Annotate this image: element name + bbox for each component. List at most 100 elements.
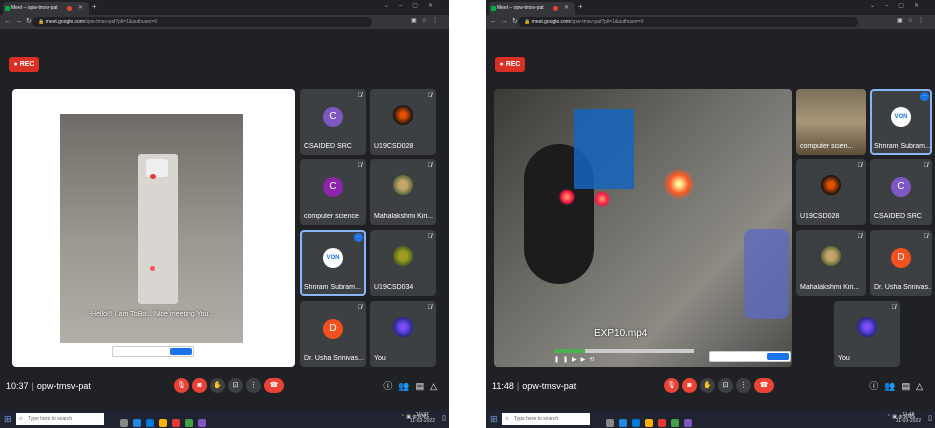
meet-tab[interactable]: Meet – opw-tmsv-pat ✕ <box>489 2 575 15</box>
mic-toggle-button[interactable]: 🎙 <box>664 378 679 393</box>
meeting-info: 11:48 | opw-tmsv-pat <box>492 381 577 391</box>
raise-hand-button[interactable]: ✋ <box>210 378 225 393</box>
avatar <box>393 246 413 266</box>
windows-taskbar: ⊞ ○ Type here to search ⌃ ▣ ◍ ENG 10:37 11… <box>0 410 449 428</box>
present-button[interactable]: ⊡ <box>228 378 243 393</box>
app-icon[interactable] <box>198 419 206 427</box>
mic-toggle-button[interactable]: 🎙 <box>174 378 189 393</box>
chrome-icon[interactable] <box>185 419 193 427</box>
mic-muted-icon: 🎙̸ <box>427 305 433 311</box>
window-controls[interactable]: ⌄–▢✕ <box>384 2 443 9</box>
search-placeholder: Type here to search <box>28 416 73 422</box>
player-controls[interactable]: ❚❚▶▶⟲ <box>554 356 598 363</box>
explorer-icon[interactable] <box>159 419 167 427</box>
mic-muted-icon: 🎙̸ <box>427 234 433 240</box>
avatar: VON <box>323 248 343 268</box>
participant-tile[interactable]: 🎙̸ Mahalakshmi Kiri... <box>796 230 866 296</box>
participant-name: U19CSD034 <box>374 284 414 291</box>
meeting-code: opw-tmsv-pat <box>36 381 91 391</box>
end-call-button[interactable]: ☎ <box>754 378 774 393</box>
task-view-icon[interactable] <box>606 419 614 427</box>
meeting-time: 11:48 <box>492 381 514 391</box>
participant-name: Dr. Usha Srinivas... <box>304 355 364 362</box>
browser-action-icons[interactable]: ▣☆⋮ <box>897 17 929 24</box>
participant-tile[interactable]: 🎙̸ C CSAIDED SRC <box>300 89 366 155</box>
presented-video: -Hello!!! I am ToBo... Nice meeting You.… <box>60 114 243 343</box>
new-tab-icon[interactable]: + <box>578 2 583 11</box>
more-options-icon[interactable]: ⋯ <box>920 92 929 101</box>
participant-tile[interactable]: 🎙̸ D Dr. Usha Srinivas... <box>300 301 366 367</box>
task-view-icon[interactable] <box>120 419 128 427</box>
participant-name: CSAIDED SRC <box>304 143 352 150</box>
stop-sharing-button[interactable] <box>170 348 192 355</box>
participant-tile[interactable]: 🎙̸ You <box>834 301 900 367</box>
store-icon[interactable] <box>632 419 640 427</box>
camera-toggle-button[interactable]: ◙ <box>682 378 697 393</box>
participant-name: Shriram Subram... <box>874 143 931 150</box>
browser-tab-bar: Meet – opw-tmsv-pat ✕ + ⌄–▢✕ <box>0 0 449 15</box>
chrome-icon[interactable] <box>671 419 679 427</box>
participant-tile[interactable]: ⋯ VON Shriram Subram... <box>870 89 932 155</box>
more-options-icon[interactable]: ⋯ <box>354 233 363 242</box>
side-panel-icons[interactable]: ⓘ👥▤△ <box>383 379 443 392</box>
rec-badge: ● REC <box>9 57 39 72</box>
url-field[interactable]: 🔒 meet.google.com/opw-tmsv-pat?pli=1&aut… <box>518 17 858 27</box>
close-tab-icon[interactable]: ✕ <box>564 2 569 15</box>
edge-icon[interactable] <box>133 419 141 427</box>
taskbar-apps[interactable] <box>120 414 211 428</box>
close-tab-icon[interactable]: ✕ <box>78 2 83 15</box>
raise-hand-button[interactable]: ✋ <box>700 378 715 393</box>
url-field[interactable]: 🔒 meet.google.com/opw-tmsv-pat?pli=1&aut… <box>32 17 372 27</box>
recording-dot-icon <box>67 6 72 11</box>
taskbar-clock[interactable]: 11:48 11-03-2022 <box>896 412 921 424</box>
mic-muted-icon: 🎙̸ <box>357 305 363 311</box>
rec-badge: ● REC <box>495 57 525 72</box>
mic-muted-icon: 🎙̸ <box>857 163 863 169</box>
taskbar-apps[interactable] <box>606 414 697 428</box>
right-screenshot: Meet – opw-tmsv-pat ✕ + ⌄–▢✕ ←→↻ 🔒 meet.… <box>486 0 935 428</box>
office-icon[interactable] <box>172 419 180 427</box>
side-panel-icons[interactable]: ⓘ👥▤△ <box>869 379 929 392</box>
mic-muted-icon: 🎙̸ <box>427 93 433 99</box>
taskbar-search[interactable]: ○ Type here to search <box>502 413 590 425</box>
windows-start-icon[interactable]: ⊞ <box>4 414 12 425</box>
stop-sharing-button[interactable] <box>767 353 789 360</box>
present-button[interactable]: ⊡ <box>718 378 733 393</box>
participant-tile[interactable]: 🎙̸ C CSAIDED SRC <box>870 159 932 225</box>
avatar: C <box>891 177 911 197</box>
avatar <box>821 246 841 266</box>
more-options-button[interactable]: ⋮ <box>736 378 751 393</box>
office-icon[interactable] <box>658 419 666 427</box>
taskbar-search[interactable]: ○ Type here to search <box>16 413 104 425</box>
browser-action-icons[interactable]: ▣☆⋮ <box>411 17 443 24</box>
more-options-button[interactable]: ⋮ <box>246 378 261 393</box>
taskbar-clock[interactable]: 10:37 11-03-2022 <box>410 412 435 424</box>
notifications-icon[interactable]: ▯ <box>442 414 446 422</box>
participant-tile[interactable]: 🎙̸ You <box>370 301 436 367</box>
participant-tile[interactable]: 🎙̸ D Dr. Usha Srinivas... <box>870 230 932 296</box>
presentation-stage: EXP10.mp4 ❚❚▶▶⟲ <box>494 89 792 367</box>
participant-tile[interactable]: 🎙̸ Mahalakshmi Kiri... <box>370 159 436 225</box>
mic-muted-icon: 🎙̸ <box>923 163 929 169</box>
video-progress-bar[interactable] <box>554 349 694 353</box>
store-icon[interactable] <box>146 419 154 427</box>
end-call-button[interactable]: ☎ <box>264 378 284 393</box>
participant-tile[interactable]: 🎙̸ U19CSD028 <box>370 89 436 155</box>
windows-start-icon[interactable]: ⊞ <box>490 414 498 425</box>
edge-icon[interactable] <box>619 419 627 427</box>
participant-tile[interactable]: 🎙̸ C computer science <box>300 159 366 225</box>
meet-tab[interactable]: Meet – opw-tmsv-pat ✕ <box>3 2 89 15</box>
participant-name: You <box>838 355 850 362</box>
participant-tile[interactable]: 🎙̸ U19CSD028 <box>796 159 866 225</box>
new-tab-icon[interactable]: + <box>92 2 97 11</box>
participant-name: Shriram Subram... <box>304 284 361 291</box>
explorer-icon[interactable] <box>645 419 653 427</box>
participant-tile[interactable]: 🎙̸ U19CSD034 <box>370 230 436 296</box>
rec-label: REC <box>19 61 35 68</box>
app-icon[interactable] <box>684 419 692 427</box>
notifications-icon[interactable]: ▯ <box>928 414 932 422</box>
participant-tile[interactable]: computer scien... <box>796 89 866 155</box>
camera-toggle-button[interactable]: ◙ <box>192 378 207 393</box>
participant-tile[interactable]: ⋯ VON Shriram Subram... <box>300 230 366 296</box>
window-controls[interactable]: ⌄–▢✕ <box>870 2 929 9</box>
